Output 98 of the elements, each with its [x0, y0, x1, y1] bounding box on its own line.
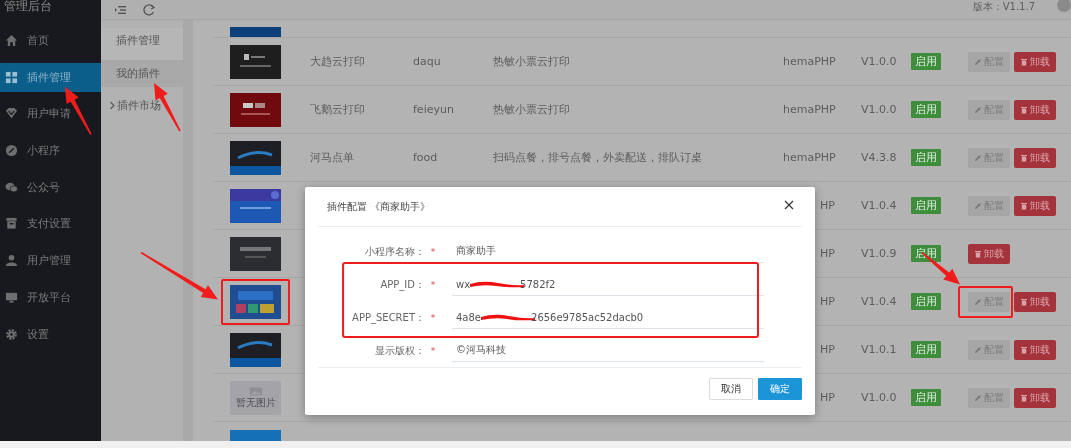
close-icon[interactable]	[784, 199, 794, 210]
plugin-version: V1.0.0	[861, 103, 897, 116]
monitor-icon	[5, 290, 18, 304]
confirm-button[interactable]: 确定	[758, 378, 802, 400]
placeholder-label: 暂无图片	[235, 397, 276, 408]
sidebar-item[interactable]: 支付设置	[0, 209, 101, 239]
plugin-version: V1.0.0	[861, 391, 897, 404]
sidebar-item[interactable]: 开放平台	[0, 282, 101, 312]
sidebar-item[interactable]: 用户申请	[0, 99, 101, 129]
plugin-version: V1.0.4	[861, 295, 897, 308]
status-badge: 启用	[911, 341, 941, 358]
plugin-author: HP	[820, 199, 835, 212]
required-mark: *	[430, 279, 436, 290]
sidebar-item[interactable]: 公众号	[0, 172, 101, 202]
required-mark: *	[430, 246, 436, 257]
chevron-icon	[109, 101, 116, 110]
input-field[interactable]: 4a8e 2656e9785ac52dacb0	[452, 306, 764, 329]
subnav-item[interactable]: 我的插件	[101, 60, 183, 87]
plugin-code: food	[413, 151, 438, 164]
sidebar-item[interactable]: 用户管理	[0, 246, 101, 276]
trash-icon	[1020, 297, 1028, 306]
trash-icon	[1020, 153, 1028, 162]
uninstall-button[interactable]: 卸载	[1014, 99, 1056, 120]
cancel-button[interactable]: 取消	[709, 378, 753, 400]
pencil-icon	[974, 57, 982, 66]
field-label: 小程序名称：	[364, 244, 425, 259]
app-title: 管理后台	[3, 0, 53, 15]
home-icon	[5, 34, 18, 47]
status-badge: 启用	[911, 197, 941, 214]
diamond-icon	[5, 107, 18, 121]
pencil-icon	[974, 105, 982, 114]
plugin-description: 热敏小票云打印	[493, 55, 570, 68]
user-icon	[5, 254, 18, 268]
grid-icon	[5, 70, 18, 84]
dialog-title: 插件配置 《商家助手》	[327, 199, 431, 214]
plugin-version: V1.0.9	[861, 247, 897, 260]
plugin-version: V4.3.8	[861, 151, 897, 164]
plugin-name: 飞鹅云打印	[310, 103, 365, 116]
trash-icon	[1020, 345, 1028, 354]
plugin-name: 大趋云打印	[310, 55, 365, 68]
sidebar-item[interactable]: 设置	[0, 319, 101, 349]
pencil-icon	[974, 345, 982, 354]
plugin-author: hemaPHP	[783, 55, 836, 68]
field-label: APP_ID：	[379, 277, 425, 292]
uninstall-button[interactable]: 卸载	[1014, 387, 1056, 408]
input-field[interactable]: ©河马科技	[452, 339, 764, 362]
settings-icon	[5, 327, 18, 341]
status-badge: 启用	[911, 53, 941, 70]
plugin-author: hemaPHP	[783, 151, 836, 164]
version-label: 版本：V1.1.7	[972, 0, 1035, 14]
uninstall-button[interactable]: 卸载	[1014, 51, 1056, 72]
uninstall-button[interactable]: 卸载	[1014, 291, 1056, 312]
trash-icon	[1020, 201, 1028, 210]
required-mark: *	[430, 312, 436, 323]
plugin-version: V1.0.0	[861, 55, 897, 68]
trash-icon	[1020, 57, 1028, 66]
plugin-author: HP	[820, 295, 835, 308]
plugin-description: 扫码点餐，排号点餐，外卖配送，排队订桌	[493, 151, 702, 164]
field-label: 显示版权：	[374, 343, 425, 358]
status-badge: 启用	[911, 149, 941, 166]
pencil-icon	[974, 201, 982, 210]
link-icon	[5, 144, 18, 158]
refresh-icon[interactable]	[143, 3, 155, 16]
required-mark: *	[430, 345, 436, 356]
uninstall-button[interactable]: 卸载	[1014, 195, 1056, 216]
input-field[interactable]: 商家助手	[452, 240, 764, 263]
pencil-icon	[974, 393, 982, 402]
subnav-title: 插件管理	[101, 28, 183, 60]
status-badge: 启用	[911, 293, 941, 310]
chat-icon	[5, 180, 18, 194]
uninstall-button[interactable]: 卸载	[968, 243, 1010, 264]
plugin-author: HP	[820, 247, 835, 260]
trash-icon	[974, 249, 982, 258]
plugin-code: daqu	[413, 55, 441, 68]
plugin-code: feieyun	[413, 103, 454, 116]
uninstall-button[interactable]: 卸载	[1014, 339, 1056, 360]
uninstall-button[interactable]: 卸载	[1014, 147, 1056, 168]
pencil-icon	[974, 153, 982, 162]
menu-icon[interactable]	[115, 3, 127, 16]
sidebar-item[interactable]: 首页	[0, 26, 101, 55]
input-field[interactable]: wx 5782f2	[452, 273, 764, 296]
plugin-version: V1.0.1	[861, 343, 897, 356]
plugin-author: HP	[820, 391, 835, 404]
trash-icon	[1020, 105, 1028, 114]
field-label: APP_SECRET：	[351, 310, 425, 325]
sidebar-item[interactable]: 插件管理	[0, 62, 101, 92]
plugin-version: V1.0.4	[861, 199, 897, 212]
pencil-icon	[974, 297, 982, 306]
archive-icon	[5, 217, 18, 231]
subnav-item[interactable]: 插件市场	[101, 92, 183, 119]
sidebar-item[interactable]: 小程序	[0, 136, 101, 166]
plugin-description: 热敏小票云打印	[493, 103, 570, 116]
plugin-author: hemaPHP	[783, 103, 836, 116]
trash-icon	[1020, 393, 1028, 402]
status-badge: 启用	[911, 101, 941, 118]
status-badge: 启用	[911, 389, 941, 406]
plugin-author: HP	[820, 343, 835, 356]
plugin-name: 河马点单	[310, 151, 354, 164]
